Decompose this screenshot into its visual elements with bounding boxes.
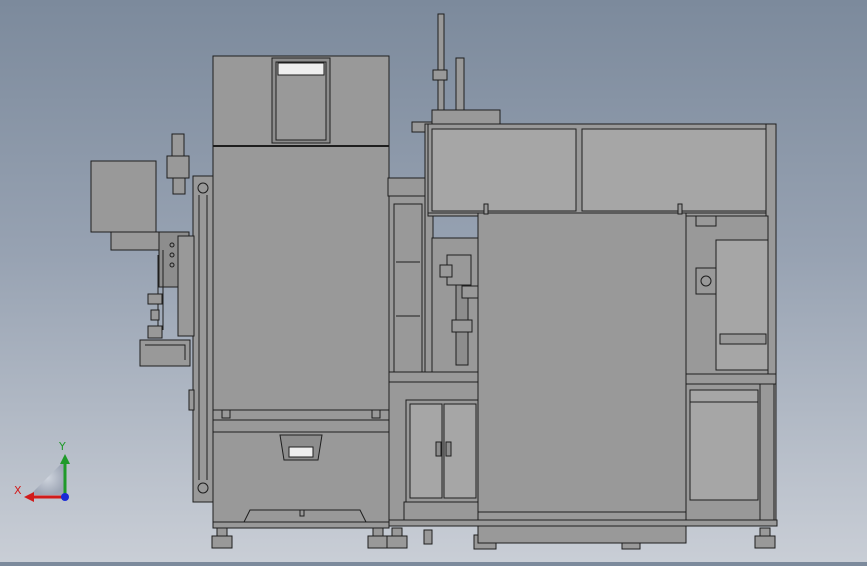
upper-panel-left — [431, 128, 577, 212]
side-panel — [715, 239, 769, 371]
cad-viewport[interactable]: .p { fill:#999; stroke:#1e1e1e; stroke-w… — [0, 0, 867, 562]
vertical-mast — [411, 13, 501, 133]
base-rail — [388, 519, 778, 527]
signal-tower — [171, 133, 185, 157]
machine-assembly-drawing: .p { fill:#999; stroke:#1e1e1e; stroke-w… — [90, 13, 778, 550]
right-lower-cabinet — [685, 373, 777, 525]
cabinet-body — [212, 145, 390, 415]
monitor-screen — [90, 160, 157, 233]
left-vertical-rail — [177, 175, 214, 503]
upper-panel-right — [581, 128, 769, 212]
main-cabinet — [212, 55, 390, 529]
view-window-glass — [277, 62, 325, 76]
x-axis-label: X — [14, 484, 22, 497]
monitor-arm-assembly — [90, 133, 191, 367]
tray-bracket — [139, 339, 191, 367]
cylinder-actuator — [719, 333, 767, 345]
coordinate-triad: Y X — [10, 440, 80, 510]
lower-cabinet — [388, 371, 488, 523]
y-axis-label: Y — [59, 440, 66, 453]
front-cover-panel — [477, 203, 687, 544]
z-axis-dot — [61, 493, 69, 501]
